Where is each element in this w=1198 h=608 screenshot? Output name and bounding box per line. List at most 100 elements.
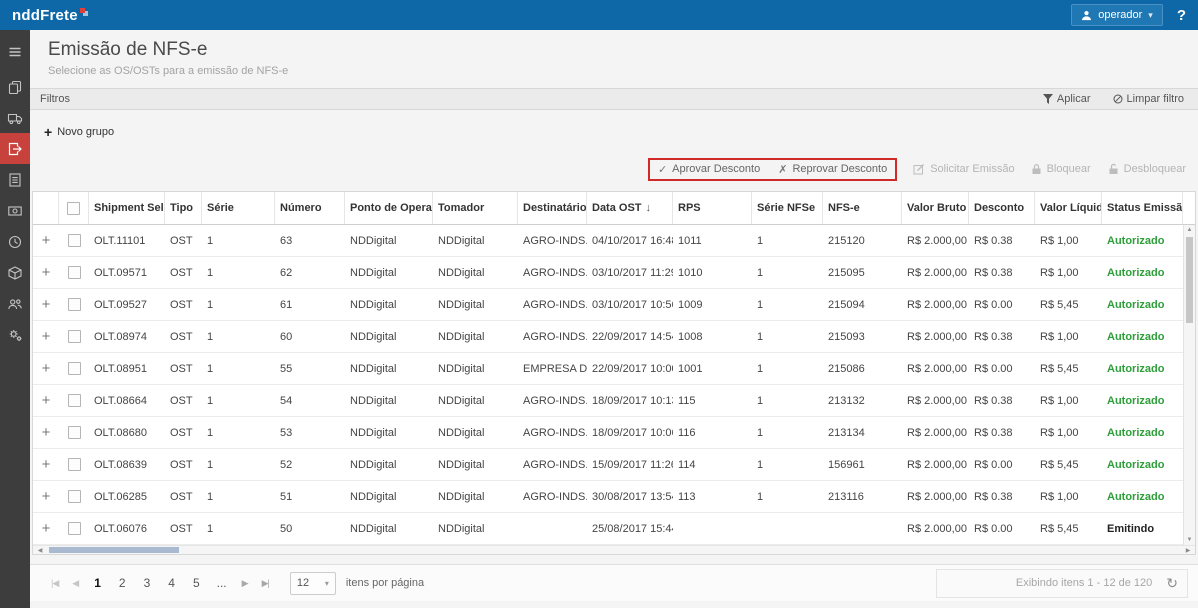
row-checkbox[interactable] <box>68 490 81 503</box>
col-header-shipment-sell[interactable]: Shipment Sell <box>89 192 165 224</box>
horizontal-scrollbar-track[interactable] <box>47 546 1181 554</box>
col-header-desconto[interactable]: Desconto <box>969 192 1035 224</box>
request-emission-button[interactable]: Solicitar Emissão <box>913 163 1014 175</box>
apply-filter-button[interactable]: Aplicar <box>1043 93 1091 105</box>
horizontal-scrollbar[interactable]: ◀ ▶ <box>33 545 1195 554</box>
refresh-icon[interactable]: ↻ <box>1166 575 1178 592</box>
row-checkbox[interactable] <box>68 522 81 535</box>
row-checkbox[interactable] <box>68 234 81 247</box>
table-row[interactable]: + OLT.11101 OST 1 63 NDDigital NDDigital… <box>33 225 1183 257</box>
col-header-data-ost[interactable]: Data OST↓ <box>587 192 673 224</box>
cell-data-ost: 15/09/2017 11:26 <box>587 459 673 471</box>
table-row[interactable]: + OLT.09527 OST 1 61 NDDigital NDDigital… <box>33 289 1183 321</box>
help-button[interactable]: ? <box>1177 7 1186 24</box>
page-size-select[interactable]: 12 ▾ <box>290 572 336 595</box>
user-menu-button[interactable]: operador ▾ <box>1071 4 1163 26</box>
col-header-numero[interactable]: Número <box>275 192 345 224</box>
table-row[interactable]: + OLT.06076 OST 1 50 NDDigital NDDigital… <box>33 513 1183 545</box>
app-logo[interactable]: nddFrete <box>12 7 85 24</box>
approve-discount-button[interactable]: ✓ Aprovar Desconto <box>658 163 760 176</box>
col-header-tomador[interactable]: Tomador <box>433 192 518 224</box>
cell-data-ost: 22/09/2017 14:54 <box>587 331 673 343</box>
sidebar-item-nfse-emission[interactable] <box>0 133 30 164</box>
table-row[interactable]: + OLT.08974 OST 1 60 NDDigital NDDigital… <box>33 321 1183 353</box>
col-header-serie-nfse[interactable]: Série NFSe <box>752 192 823 224</box>
pager-last-button[interactable]: ▶| <box>255 578 276 589</box>
row-checkbox[interactable] <box>68 298 81 311</box>
chevron-down-icon: ▾ <box>1148 10 1153 21</box>
sidebar-item-report[interactable] <box>0 164 30 195</box>
table-row[interactable]: + OLT.09571 OST 1 62 NDDigital NDDigital… <box>33 257 1183 289</box>
cell-valor-liquido: R$ 5,45 <box>1035 459 1102 471</box>
vertical-scrollbar[interactable]: ▲ ▼ <box>1183 225 1195 545</box>
row-checkbox[interactable] <box>68 266 81 279</box>
pager-more-pages[interactable]: ... <box>209 576 235 590</box>
scroll-left-icon[interactable]: ◀ <box>33 547 47 554</box>
row-expand-button[interactable]: + <box>33 296 59 313</box>
row-expand-button[interactable]: + <box>33 264 59 281</box>
sidebar-item-freight[interactable] <box>0 102 30 133</box>
row-checkbox[interactable] <box>68 426 81 439</box>
row-checkbox[interactable] <box>68 458 81 471</box>
new-group-button[interactable]: + Novo grupo <box>44 124 114 140</box>
row-expand-button[interactable]: + <box>33 424 59 441</box>
pager-page-5[interactable]: 5 <box>184 576 209 590</box>
vertical-scrollbar-thumb[interactable] <box>1186 237 1193 323</box>
sidebar-item-documents[interactable] <box>0 71 30 102</box>
row-expand-button[interactable]: + <box>33 360 59 377</box>
row-checkbox[interactable] <box>68 394 81 407</box>
cell-ponto-operacao: NDDigital <box>345 427 433 439</box>
col-header-serie[interactable]: Série <box>202 192 275 224</box>
col-header-valor-liquido[interactable]: Valor Líquido <box>1035 192 1102 224</box>
unblock-button[interactable]: Desbloquear <box>1107 163 1186 175</box>
row-expand-button[interactable]: + <box>33 392 59 409</box>
cell-serie-nfse: 1 <box>752 299 823 311</box>
sidebar-item-settings[interactable] <box>0 319 30 350</box>
clear-filter-button[interactable]: Limpar filtro <box>1113 93 1184 105</box>
pager-page-4[interactable]: 4 <box>159 576 184 590</box>
col-header-rps[interactable]: RPS <box>673 192 752 224</box>
table-row[interactable]: + OLT.08664 OST 1 54 NDDigital NDDigital… <box>33 385 1183 417</box>
scroll-right-icon[interactable]: ▶ <box>1181 547 1195 554</box>
select-all-checkbox[interactable] <box>67 202 80 215</box>
row-expand-button[interactable]: + <box>33 456 59 473</box>
col-header-destinatario[interactable]: Destinatário <box>518 192 587 224</box>
cell-status-emissao: Autorizado <box>1102 459 1183 471</box>
row-checkbox[interactable] <box>68 330 81 343</box>
col-header-valor-bruto[interactable]: Valor Bruto <box>902 192 969 224</box>
col-header-status-emissao[interactable]: Status Emissão <box>1102 192 1183 224</box>
pager-page-3[interactable]: 3 <box>135 576 160 590</box>
table-row[interactable]: + OLT.08951 OST 1 55 NDDigital NDDigital… <box>33 353 1183 385</box>
cell-tipo: OST <box>165 491 202 503</box>
block-button[interactable]: Bloquear <box>1031 163 1091 175</box>
table-row[interactable]: + OLT.08639 OST 1 52 NDDigital NDDigital… <box>33 449 1183 481</box>
pager-prev-button[interactable]: ◀ <box>65 578 85 589</box>
sidebar-item-history[interactable] <box>0 226 30 257</box>
sidebar-item-shipments[interactable] <box>0 257 30 288</box>
col-header-ponto-operacao[interactable]: Ponto de Opera... <box>345 192 433 224</box>
cell-tipo: OST <box>165 235 202 247</box>
col-header-tipo[interactable]: Tipo <box>165 192 202 224</box>
col-header-nfse[interactable]: NFS-e <box>823 192 902 224</box>
row-expand-button[interactable]: + <box>33 328 59 345</box>
row-checkbox[interactable] <box>68 362 81 375</box>
row-expand-button[interactable]: + <box>33 488 59 505</box>
row-expand-button[interactable]: + <box>33 232 59 249</box>
pager-next-button[interactable]: ▶ <box>235 578 255 589</box>
reject-discount-button[interactable]: ✗ Reprovar Desconto <box>778 163 887 176</box>
sidebar-item-billing[interactable] <box>0 195 30 226</box>
pager-page-2[interactable]: 2 <box>110 576 135 590</box>
scroll-up-icon[interactable]: ▲ <box>1184 227 1195 233</box>
row-expand-button[interactable]: + <box>33 520 59 537</box>
pager-page-1[interactable]: 1 <box>85 576 110 590</box>
cell-nfse: 215120 <box>823 235 902 247</box>
table-row[interactable]: + OLT.08680 OST 1 53 NDDigital NDDigital… <box>33 417 1183 449</box>
table-row[interactable]: + OLT.06285 OST 1 51 NDDigital NDDigital… <box>33 481 1183 513</box>
sidebar-item-menu[interactable] <box>0 36 30 67</box>
cell-valor-liquido: R$ 5,45 <box>1035 299 1102 311</box>
horizontal-scrollbar-thumb[interactable] <box>49 547 179 553</box>
scroll-down-icon[interactable]: ▼ <box>1184 537 1195 543</box>
row-checkbox-cell <box>59 458 89 471</box>
pager-first-button[interactable]: |◀ <box>44 578 65 589</box>
sidebar-item-users[interactable] <box>0 288 30 319</box>
